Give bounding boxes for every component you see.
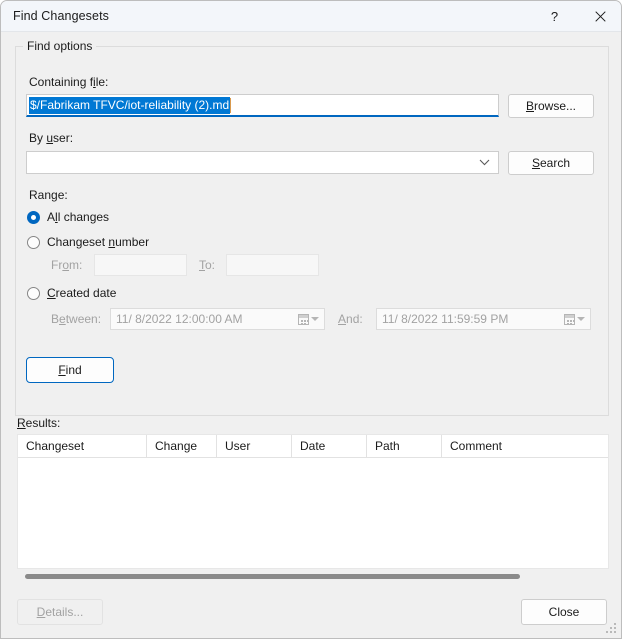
created-date-between-dropdown[interactable] [298, 313, 319, 325]
column-header-date[interactable]: Date [292, 435, 367, 457]
column-header-changeset[interactable]: Changeset [18, 435, 147, 457]
between-label: Between: [51, 312, 102, 326]
radio-all-changes-indicator [27, 210, 40, 224]
close-icon [595, 10, 606, 22]
dropdown-arrow-icon [577, 317, 585, 321]
and-label: And: [338, 312, 363, 326]
results-hscrollbar-thumb[interactable] [25, 574, 520, 579]
question-mark-icon: ? [550, 8, 559, 24]
find-button[interactable]: Find [26, 357, 114, 383]
close-window-button[interactable] [578, 1, 621, 31]
dropdown-arrow-icon [311, 317, 319, 321]
find-changesets-dialog: Find Changesets ? Find options Containin… [0, 0, 622, 639]
results-column-headers: Changeset Change User Date Path Comment [18, 435, 608, 458]
calendar-icon [564, 313, 575, 325]
radio-all-changes-label: All changes [47, 210, 110, 224]
by-user-label: By user: [29, 131, 74, 145]
created-date-between-picker[interactable]: 11/ 8/2022 12:00:00 AM [110, 308, 325, 330]
range-label: Range: [29, 188, 68, 202]
created-date-and-dropdown[interactable] [564, 313, 585, 325]
search-button[interactable]: Search [508, 151, 594, 175]
column-header-change[interactable]: Change [147, 435, 217, 457]
containing-file-label: Containing file: [29, 75, 109, 89]
radio-created-date-label: Created date [47, 286, 117, 300]
created-date-between-value: 11/ 8/2022 12:00:00 AM [116, 312, 243, 326]
browse-button[interactable]: Browse... [508, 94, 594, 118]
results-label: Results: [17, 416, 61, 430]
containing-file-value: $/Fabrikam TFVC/iot-reliability (2).md [29, 96, 231, 114]
column-header-path[interactable]: Path [367, 435, 442, 457]
changeset-to-input[interactable] [226, 254, 319, 276]
created-date-and-picker[interactable]: 11/ 8/2022 11:59:59 PM [376, 308, 591, 330]
close-button[interactable]: Close [521, 599, 607, 625]
chevron-down-icon [478, 157, 490, 169]
radio-created-date-indicator [27, 286, 40, 300]
changeset-from-input[interactable] [94, 254, 187, 276]
created-date-and-value: 11/ 8/2022 11:59:59 PM [382, 312, 509, 326]
text-caret [230, 97, 232, 113]
radio-changeset-number[interactable]: Changeset number [27, 235, 149, 249]
column-header-user[interactable]: User [217, 435, 292, 457]
resize-grip-icon[interactable] [606, 623, 618, 635]
title-bar: Find Changesets ? [1, 1, 621, 32]
help-button[interactable]: ? [532, 1, 577, 31]
from-label: From: [51, 258, 83, 272]
radio-created-date[interactable]: Created date [27, 286, 116, 300]
find-options-group-title: Find options [23, 40, 97, 53]
column-header-comment[interactable]: Comment [442, 435, 608, 457]
results-list[interactable]: Changeset Change User Date Path Comment [17, 434, 609, 569]
containing-file-input[interactable]: $/Fabrikam TFVC/iot-reliability (2).md [26, 94, 499, 117]
calendar-icon [298, 313, 309, 325]
to-label: To: [199, 258, 216, 272]
details-button[interactable]: Details... [17, 599, 103, 625]
radio-all-changes[interactable]: All changes [27, 210, 109, 224]
window-title: Find Changesets [13, 9, 110, 23]
radio-changeset-number-indicator [27, 235, 40, 249]
by-user-combobox[interactable] [26, 151, 499, 174]
radio-changeset-number-label: Changeset number [47, 235, 150, 249]
